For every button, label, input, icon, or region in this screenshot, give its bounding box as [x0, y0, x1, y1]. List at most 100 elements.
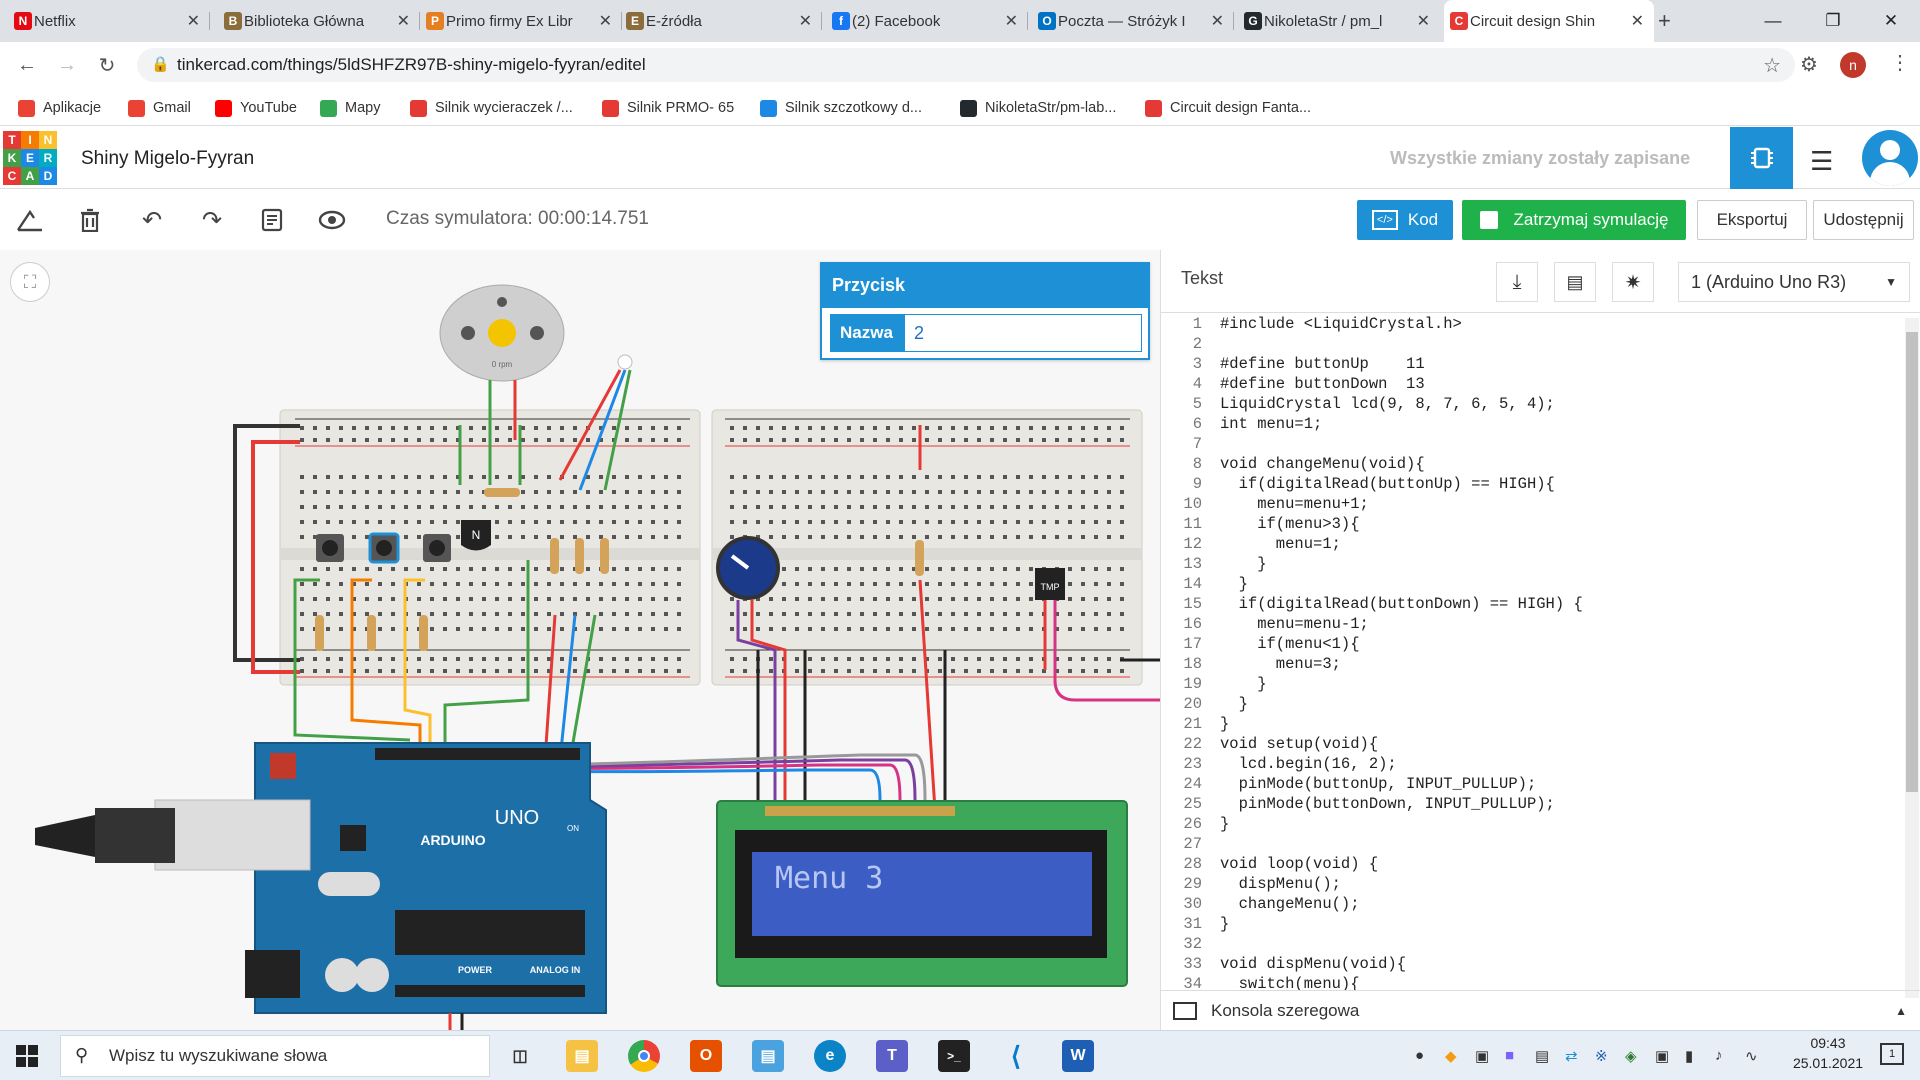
bookmark-item[interactable]: NikoletaStr/pm-lab... — [960, 96, 1116, 120]
code-line[interactable]: 11 if(menu>3){ — [1160, 514, 1902, 534]
code-line[interactable]: 17 if(menu<1){ — [1160, 634, 1902, 654]
resistor[interactable] — [575, 538, 584, 574]
taskbar-search[interactable]: ⚲ Wpisz tu wyszukiwane słowa — [60, 1035, 490, 1077]
address-bar[interactable]: 🔒 tinkercad.com/things/5ldSHFZR97B-shiny… — [137, 48, 1795, 82]
teamviewer-icon[interactable]: ⇄ — [1565, 1047, 1578, 1065]
profile-avatar[interactable]: n — [1840, 52, 1866, 78]
download-icon[interactable]: ⤓ — [1496, 262, 1538, 302]
browser-tab[interactable]: O Poczta — Stróżyk I ✕ — [1032, 0, 1234, 42]
code-line[interactable]: 25 pinMode(buttonDown, INPUT_PULLUP); — [1160, 794, 1902, 814]
resistor[interactable] — [419, 615, 428, 651]
close-tab-icon[interactable]: ✕ — [187, 11, 200, 31]
bookmark-item[interactable]: YouTube — [215, 96, 297, 120]
code-line[interactable]: 7 — [1160, 434, 1902, 454]
extensions-icon[interactable]: ⚙ — [1800, 52, 1818, 77]
code-line[interactable]: 10 menu=menu+1; — [1160, 494, 1902, 514]
forward-icon[interactable]: → — [52, 50, 82, 80]
file-explorer-icon[interactable]: ▤ — [566, 1040, 598, 1072]
code-line[interactable]: 6 int menu=1; — [1160, 414, 1902, 434]
word-icon[interactable]: W — [1062, 1040, 1094, 1072]
edge-icon[interactable]: e — [814, 1040, 846, 1072]
wifi-icon[interactable]: ∿ — [1745, 1047, 1758, 1065]
code-line[interactable]: 5 LiquidCrystal lcd(9, 8, 7, 6, 5, 4); — [1160, 394, 1902, 414]
browser-tab[interactable]: C Circuit design Shin ✕ — [1444, 0, 1654, 42]
back-icon[interactable]: ← — [12, 50, 42, 80]
task-view-icon[interactable]: ◫ — [504, 1040, 536, 1072]
bookmark-item[interactable]: Silnik szczotkowy d... — [760, 96, 922, 120]
browser-tab[interactable]: P Primo firmy Ex Libr ✕ — [420, 0, 622, 42]
teams-tray-icon[interactable]: ■ — [1505, 1047, 1514, 1064]
shield-icon[interactable]: ◈ — [1625, 1047, 1637, 1065]
code-mode-label[interactable]: Tekst — [1181, 268, 1223, 289]
reload-icon[interactable]: ↻ — [92, 50, 122, 80]
circuit-canvas[interactable]: ⛶ 0 rpm N TMP ARDUINO UNO ON POWER ANALO… — [0, 250, 1160, 1030]
code-line[interactable]: 34 switch(menu){ — [1160, 974, 1902, 990]
code-line[interactable]: 22 void setup(void){ — [1160, 734, 1902, 754]
microphone-icon[interactable]: ● — [1415, 1047, 1424, 1064]
close-tab-icon[interactable]: ✕ — [397, 11, 410, 31]
bluetooth-icon[interactable]: ※ — [1595, 1047, 1608, 1065]
code-line[interactable]: 18 menu=3; — [1160, 654, 1902, 674]
code-line[interactable]: 19 } — [1160, 674, 1902, 694]
code-line[interactable]: 30 changeMenu(); — [1160, 894, 1902, 914]
notifications-icon[interactable]: 1 — [1880, 1043, 1904, 1065]
clock[interactable]: 09:43 25.01.2021 — [1778, 1035, 1878, 1071]
code-line[interactable]: 2 — [1160, 334, 1902, 354]
resistor[interactable] — [600, 538, 609, 574]
resistor[interactable] — [915, 540, 924, 576]
rotate-icon[interactable] — [14, 204, 46, 236]
bookmark-item[interactable]: Circuit design Fanta... — [1145, 96, 1311, 120]
bookmark-item[interactable]: Silnik PRMO- 65 — [602, 96, 734, 120]
code-line[interactable]: 13 } — [1160, 554, 1902, 574]
code-line[interactable]: 24 pinMode(buttonUp, INPUT_PULLUP); — [1160, 774, 1902, 794]
visibility-icon[interactable] — [316, 204, 348, 236]
minimize-button[interactable]: — — [1744, 0, 1802, 42]
code-line[interactable]: 9 if(digitalRead(buttonUp) == HIGH){ — [1160, 474, 1902, 494]
new-tab-button[interactable]: + — [1658, 8, 1671, 34]
code-line[interactable]: 21} — [1160, 714, 1902, 734]
bookmark-item[interactable]: Silnik wycieraczek /... — [410, 96, 573, 120]
vscode-icon[interactable]: ⟨ — [1000, 1040, 1032, 1072]
volume-icon[interactable]: ♪ — [1715, 1047, 1723, 1064]
teams-icon[interactable]: T — [876, 1040, 908, 1072]
close-tab-icon[interactable]: ✕ — [1417, 11, 1430, 31]
code-line[interactable]: 27 — [1160, 834, 1902, 854]
maximize-button[interactable]: ❐ — [1804, 0, 1862, 42]
battery-icon[interactable]: ▮ — [1685, 1047, 1693, 1065]
browser-tab[interactable]: G NikoletaStr / pm_l ✕ — [1238, 0, 1440, 42]
close-tab-icon[interactable]: ✕ — [1211, 11, 1224, 31]
code-line[interactable]: 4 #define buttonDown 13 — [1160, 374, 1902, 394]
code-line[interactable]: 32 — [1160, 934, 1902, 954]
notes-icon[interactable] — [256, 204, 288, 236]
close-window-button[interactable]: ✕ — [1862, 0, 1920, 42]
browser-tab[interactable]: f (2) Facebook ✕ — [826, 0, 1028, 42]
control-panel-icon[interactable]: ▤ — [752, 1040, 784, 1072]
code-button[interactable]: </> Kod — [1357, 200, 1453, 240]
code-line[interactable]: 29 dispMenu(); — [1160, 874, 1902, 894]
office-icon[interactable]: O — [690, 1040, 722, 1072]
bookmark-item[interactable]: Gmail — [128, 96, 191, 120]
arduino-uno[interactable]: ARDUINO UNO ON POWER ANALOG IN — [35, 742, 607, 1014]
circuit-schematic[interactable]: 0 rpm N TMP ARDUINO UNO ON POWER ANALOG … — [0, 250, 1160, 1030]
security-icon[interactable]: ▣ — [1655, 1047, 1669, 1065]
code-line[interactable]: 3 #define buttonUp 11 — [1160, 354, 1902, 374]
name-value[interactable]: 2 — [905, 315, 1141, 351]
list-view-icon[interactable]: ☰ — [1810, 146, 1833, 177]
tinkercad-logo[interactable]: TINKERCAD — [3, 131, 57, 185]
code-line[interactable]: 23 lcd.begin(16, 2); — [1160, 754, 1902, 774]
code-line[interactable]: 8 void changeMenu(void){ — [1160, 454, 1902, 474]
windows-start-icon[interactable] — [16, 1045, 38, 1067]
code-line[interactable]: 20 } — [1160, 694, 1902, 714]
user-avatar[interactable] — [1862, 130, 1918, 186]
resistor[interactable] — [315, 615, 324, 651]
tray-generic-icon[interactable]: ▤ — [1535, 1047, 1549, 1065]
undo-icon[interactable]: ↶ — [136, 204, 168, 236]
bookmark-star-icon[interactable]: ☆ — [1763, 53, 1781, 78]
browser-tab[interactable]: N Netflix ✕ — [8, 0, 210, 42]
code-line[interactable]: 12 menu=1; — [1160, 534, 1902, 554]
close-tab-icon[interactable]: ✕ — [799, 11, 812, 31]
name-field[interactable]: Nazwa 2 — [830, 314, 1142, 352]
chrome-icon[interactable] — [628, 1040, 660, 1072]
circuit-view-button[interactable] — [1730, 127, 1793, 189]
code-line[interactable]: 28 void loop(void) { — [1160, 854, 1902, 874]
